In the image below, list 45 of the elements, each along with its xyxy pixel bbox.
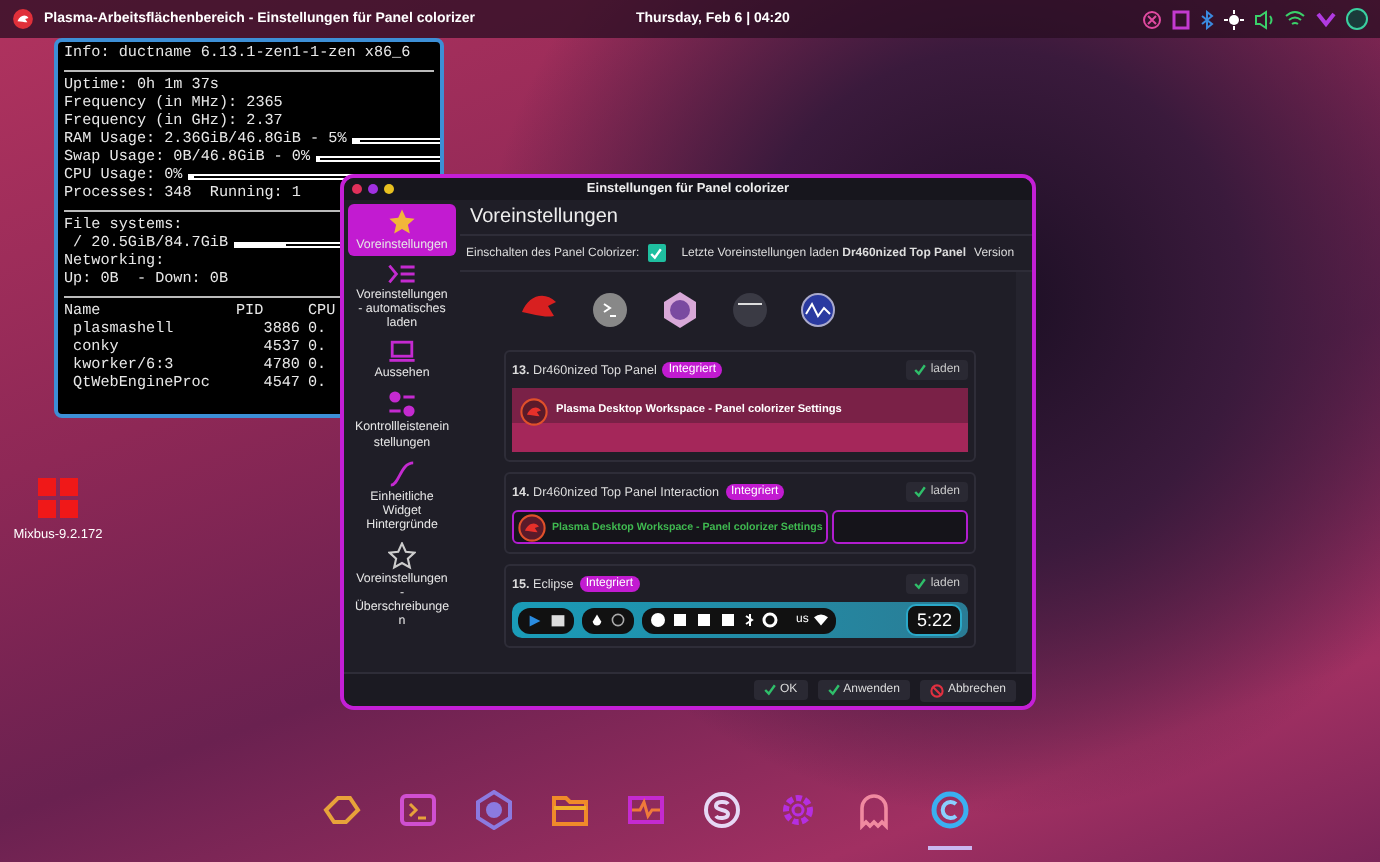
volume-icon[interactable]	[1254, 9, 1274, 29]
hexagon-icon[interactable]	[474, 790, 514, 830]
folder-icon[interactable]	[550, 790, 590, 830]
letter-s-icon[interactable]	[702, 790, 742, 830]
user-avatar-icon[interactable]	[1346, 8, 1368, 30]
logo-icon[interactable]	[12, 8, 34, 30]
circle-icon	[732, 292, 768, 328]
close-button[interactable]	[352, 184, 362, 194]
check-icon	[914, 364, 927, 376]
wave-icon	[800, 292, 836, 328]
panel-preview-box	[832, 510, 968, 544]
clipboard-icon[interactable]	[1172, 9, 1190, 29]
toggles-icon	[388, 390, 416, 419]
curve-icon	[388, 459, 416, 488]
drop-icon	[590, 612, 604, 628]
terminal-icon	[592, 292, 628, 328]
brightness-icon[interactable]	[1224, 9, 1244, 29]
check-icon	[914, 578, 927, 590]
cancel-icon	[929, 683, 944, 697]
terminal-icon[interactable]	[398, 790, 438, 830]
wifi-icon	[814, 614, 829, 626]
bird-logo-icon	[518, 513, 546, 541]
check-icon	[763, 684, 776, 696]
check-icon	[827, 684, 840, 696]
prompt-list-icon	[388, 262, 416, 287]
usage-bar	[352, 138, 440, 144]
pulse-icon[interactable]	[626, 790, 666, 830]
page-heading: Voreinstellungen	[460, 200, 1032, 236]
usage-bar	[316, 156, 440, 162]
close-icon[interactable]	[1142, 9, 1162, 29]
ghost-icon[interactable]	[854, 790, 894, 830]
minimize-button[interactable]	[384, 184, 394, 194]
hexagon-icon	[660, 290, 700, 330]
laptop-icon	[388, 340, 416, 365]
clock-preview: 5:22	[906, 604, 962, 636]
wifi-icon[interactable]	[1284, 10, 1306, 28]
star-outline-icon	[388, 541, 416, 570]
maximize-button[interactable]	[368, 184, 378, 194]
check-icon	[914, 486, 927, 498]
star-icon	[388, 208, 416, 236]
bird-logo-icon	[520, 398, 548, 426]
ring-icon	[610, 612, 626, 628]
bluetooth-icon[interactable]	[1200, 9, 1214, 29]
chevron-down-icon[interactable]	[1316, 11, 1336, 27]
enable-checkbox[interactable]	[647, 244, 666, 262]
